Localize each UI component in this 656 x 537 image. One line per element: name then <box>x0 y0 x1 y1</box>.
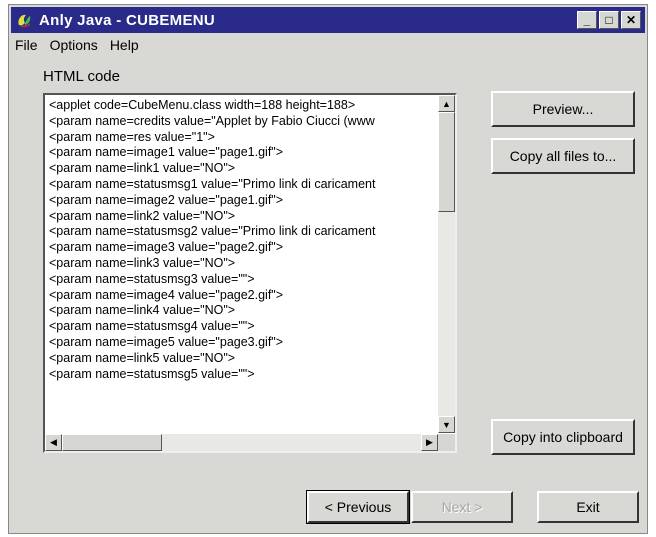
code-line: <param name=statusmsg5 value=""> <box>49 366 255 381</box>
code-line: <param name=link2 value="NO"> <box>49 208 236 223</box>
code-line: <param name=image1 value="page1.gif"> <box>49 145 284 160</box>
close-button[interactable]: ✕ <box>621 11 641 29</box>
window-title: Anly Java - CUBEMENU <box>39 11 216 29</box>
menu-bar: File Options Help <box>15 37 139 53</box>
code-line: <param name=image2 value="page1.gif"> <box>49 192 284 207</box>
code-line: <param name=credits value="Applet by Fab… <box>49 113 375 128</box>
code-line: <applet code=CubeMenu.class width=188 he… <box>49 98 356 112</box>
app-icon <box>18 14 31 28</box>
horizontal-scrollbar[interactable]: ◀ ▶ <box>45 434 438 451</box>
previous-button[interactable]: < Previous <box>306 490 410 524</box>
html-code-label: HTML code <box>43 68 120 85</box>
code-line: <param name=statusmsg4 value=""> <box>49 319 255 334</box>
scrollbar-corner <box>438 434 455 451</box>
code-line: <param name=image3 value="page2.gif"> <box>49 240 284 255</box>
copy-into-clipboard-button[interactable]: Copy into clipboard <box>491 419 635 455</box>
code-line: <param name=statusmsg3 value=""> <box>49 271 255 286</box>
next-button[interactable]: Next > <box>411 491 513 523</box>
app-window: Anly Java - CUBEMENU _ □ ✕ File Options … <box>8 4 648 534</box>
preview-button[interactable]: Preview... <box>491 91 635 127</box>
code-line: <param name=link5 value="NO"> <box>49 350 236 365</box>
maximize-button[interactable]: □ <box>599 11 619 29</box>
scroll-left-button[interactable]: ◀ <box>45 434 62 451</box>
minimize-button[interactable]: _ <box>577 11 597 29</box>
code-line: <param name=res value="1"> <box>49 129 215 144</box>
code-line: <param name=link3 value="NO"> <box>49 255 236 270</box>
window-controls: _ □ ✕ <box>577 11 641 29</box>
menu-options[interactable]: Options <box>50 37 98 53</box>
horizontal-scroll-thumb[interactable] <box>62 434 162 451</box>
copy-all-files-button[interactable]: Copy all files to... <box>491 138 635 174</box>
scroll-up-button[interactable]: ▲ <box>438 95 455 112</box>
code-line: <param name=statusmsg1 value="Primo link… <box>49 176 376 191</box>
code-line: <param name=image4 value="page2.gif"> <box>49 287 284 302</box>
code-line: <param name=link1 value="NO"> <box>49 161 236 176</box>
code-lines: <applet code=CubeMenu.class width=188 he… <box>49 98 429 382</box>
menu-help[interactable]: Help <box>110 37 139 53</box>
html-code-textarea[interactable]: <applet code=CubeMenu.class width=188 he… <box>43 93 457 453</box>
exit-button[interactable]: Exit <box>537 491 639 523</box>
code-line: <param name=image5 value="page3.gif"> <box>49 334 284 349</box>
menu-file[interactable]: File <box>15 37 38 53</box>
scroll-down-button[interactable]: ▼ <box>438 416 455 433</box>
title-bar[interactable]: Anly Java - CUBEMENU _ □ ✕ <box>11 7 645 33</box>
code-line: <param name=link4 value="NO"> <box>49 303 236 318</box>
vertical-scrollbar[interactable]: ▲ ▼ <box>438 95 455 433</box>
code-line: <param name=statusmsg2 value="Primo link… <box>49 224 376 239</box>
scroll-right-button[interactable]: ▶ <box>421 434 438 451</box>
vertical-scroll-thumb[interactable] <box>438 112 455 212</box>
